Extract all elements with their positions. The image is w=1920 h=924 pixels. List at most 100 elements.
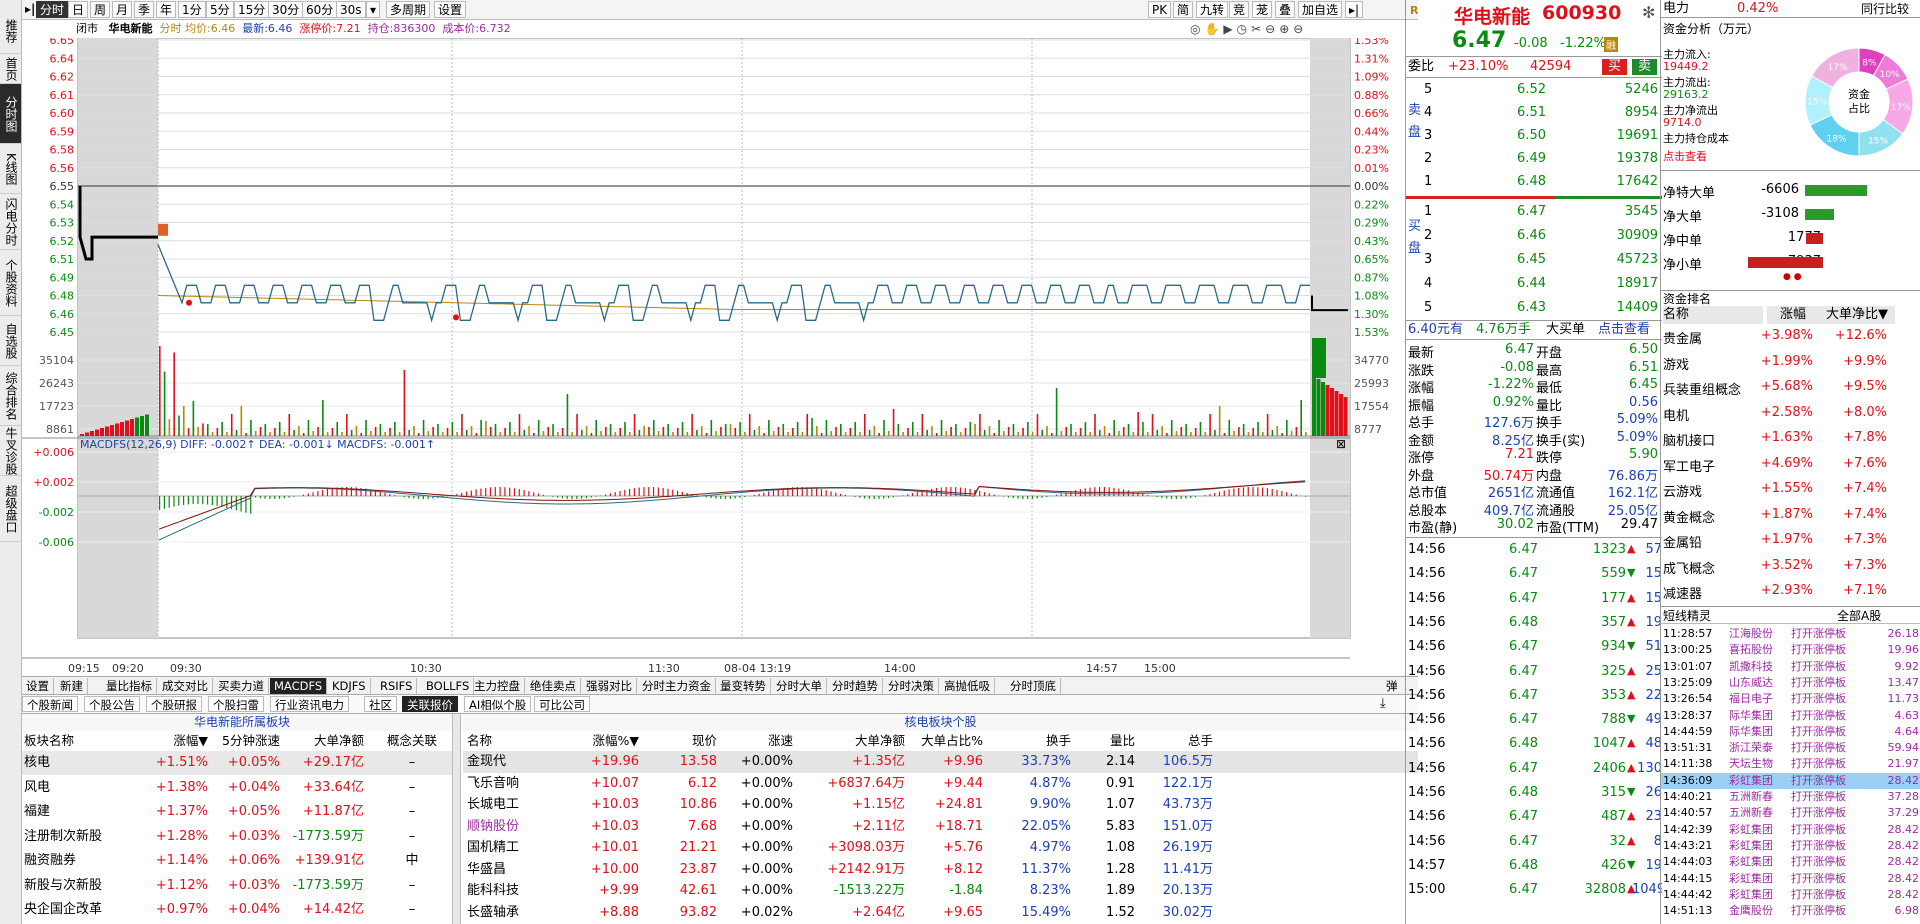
stock-row[interactable]: 长城电工 +10.03 10.86 +0.00% +1.15亿 +24.81 9.90% 1.… (463, 794, 1418, 816)
bid-level-num: 5 (1424, 300, 1433, 315)
tick-count: 1049 (1632, 882, 1662, 898)
sector-row[interactable]: 福建 +1.37% +0.05% +11.87亿 – (22, 800, 452, 824)
ask-price[interactable]: 6.51 (1496, 105, 1546, 120)
rank-name[interactable]: 云游戏 (1663, 481, 1763, 500)
stock-row[interactable]: 华盛昌 +10.00 23.87 +0.00% +2142.91万 +8.12 11.37%… (463, 859, 1418, 881)
stock-header-1[interactable]: 涨幅%▼ (575, 731, 640, 751)
sidebar-item-8[interactable]: 牛叉诊股 (0, 426, 21, 476)
sidebar-item-2[interactable]: 分时图 (0, 84, 21, 144)
elf-row[interactable]: 14:44:03 彩虹集团 打开涨停板 28.42 (1661, 854, 1920, 870)
rank-header-1[interactable]: 涨幅 (1767, 306, 1819, 324)
rank-name[interactable]: 金属铅 (1663, 532, 1763, 551)
rank-name[interactable]: 电机 (1663, 405, 1763, 424)
sector-row[interactable]: 风电 +1.38% +0.04% +33.64亿 – (22, 776, 452, 800)
ask-price[interactable]: 6.49 (1496, 151, 1546, 166)
sidebar-item-7[interactable]: 综合排名 (0, 366, 21, 426)
sidebar-item-3[interactable]: K线图 (0, 144, 21, 194)
stock-header-6[interactable]: 换手 (1003, 731, 1071, 751)
elf-filter[interactable]: 全部A股 (1837, 607, 1881, 625)
stock-row[interactable]: 国机精工 +10.01 21.21 +0.00% +3098.03万 +5.76 4.97%… (463, 837, 1418, 859)
sector-header-2[interactable]: 5分钟涨速 (202, 731, 280, 751)
elf-price: 37.28 (1887, 790, 1920, 803)
elf-row[interactable]: 13:51:31 浙江荣泰 打开涨停板 59.94 (1661, 740, 1920, 756)
rank-name[interactable]: 军工电子 (1663, 456, 1763, 475)
elf-row[interactable]: 14:43:21 彩虹集团 打开涨停板 28.42 (1661, 838, 1920, 854)
stock-header-7[interactable]: 量比 (1079, 731, 1135, 751)
bid-price[interactable]: 6.47 (1496, 204, 1546, 219)
stat-label: 总市值 (1408, 486, 1448, 501)
big-buy-link[interactable]: 点击查看 (1598, 321, 1650, 339)
ask-price[interactable]: 6.48 (1496, 174, 1546, 189)
rank-name[interactable]: 贵金属 (1663, 328, 1763, 347)
gear-icon[interactable]: ✻ (1642, 3, 1655, 22)
elf-event: 打开涨停板 (1791, 806, 1846, 820)
rank-header-0[interactable]: 名称 (1663, 306, 1763, 324)
elf-row[interactable]: 14:44:15 彩虹集团 打开涨停板 28.42 (1661, 871, 1920, 887)
ask-price[interactable]: 6.52 (1496, 82, 1546, 97)
stock-header-3[interactable]: 涨速 (721, 731, 793, 751)
elf-row[interactable]: 14:44:42 彩虹集团 打开涨停板 28.42 (1661, 887, 1920, 903)
sidebar-item-5[interactable]: 个股资料 (0, 250, 21, 316)
bid-price[interactable]: 6.45 (1496, 252, 1546, 267)
rank-name[interactable]: 减速器 (1663, 583, 1763, 602)
sector-row[interactable]: 央企国企改革 +0.97% +0.04% +14.42亿 – (22, 898, 452, 922)
ask-price[interactable]: 6.50 (1496, 128, 1546, 143)
elf-row[interactable]: 13:28:37 际华集团 打开涨停板 4.63 (1661, 708, 1920, 724)
elf-row[interactable]: 11:28:57 江海股份 打开涨停板 26.18 (1661, 626, 1920, 642)
bid-price[interactable]: 6.46 (1496, 228, 1546, 243)
page-dots[interactable]: ● ● (1783, 272, 1802, 282)
elf-row[interactable]: 14:42:39 彩虹集团 打开涨停板 28.42 (1661, 822, 1920, 838)
peer-compare-link[interactable]: 同行比较 (1861, 0, 1909, 18)
sector-row[interactable]: 核电 +1.51% +0.05% +29.17亿 – (22, 751, 452, 775)
rank-name[interactable]: 游戏 (1663, 354, 1763, 373)
sector-row[interactable]: 注册制次新股 +1.28% +0.03% -1773.59万 – (22, 825, 452, 849)
stock-row[interactable]: 飞乐音响 +10.07 6.12 +0.00% +6837.64万 +9.44 4.87% 0… (463, 773, 1418, 795)
buy-button[interactable]: 买 (1602, 59, 1628, 75)
sector-row[interactable]: 新股与次新股 +1.12% +0.03% -1773.59万 – (22, 874, 452, 898)
elf-row[interactable]: 14:40:21 五洲新春 打开涨停板 37.28 (1661, 789, 1920, 805)
sidebar-item-6[interactable]: 自选股 (0, 316, 21, 366)
stock-row[interactable]: 长盛轴承 +8.88 93.82 +0.02% +2.64亿 +9.65 15.49% 1.5… (463, 902, 1418, 924)
sector-name[interactable]: 电力 (1663, 0, 1689, 18)
elf-row[interactable]: 13:26:54 福日电子 打开涨停板 11.73 (1661, 691, 1920, 707)
rank-name[interactable]: 兵装重组概念 (1663, 379, 1763, 398)
sidebar-item-1[interactable]: 首页 (0, 54, 21, 84)
sidebar-item-9[interactable]: 超级盘口 (0, 476, 21, 542)
stock-header-5[interactable]: 大单占比% (911, 731, 983, 751)
stock-header-8[interactable]: 总手 (1139, 731, 1213, 751)
elf-row[interactable]: 14:40:57 五洲新春 打开涨停板 37.29 (1661, 805, 1920, 821)
sector-header-3[interactable]: 大单净额 (284, 731, 364, 751)
bid-price[interactable]: 6.44 (1496, 276, 1546, 291)
elf-row[interactable]: 14:36:09 彩虹集团 打开涨停板 28.42 (1661, 772, 1920, 789)
bid-price[interactable]: 6.43 (1496, 300, 1546, 315)
stock-header-0[interactable]: 名称 (467, 731, 557, 751)
tick-volume: 934 (1601, 639, 1626, 655)
sell-button[interactable]: 卖 (1632, 59, 1658, 75)
elf-row[interactable]: 13:00:25 喜拓股份 打开涨停板 19.96 (1661, 642, 1920, 658)
sector-header-1[interactable]: 涨幅▼ (142, 731, 208, 751)
stock-row[interactable]: 顺钠股份 +10.03 7.68 +0.00% +2.11亿 +18.71 22.05% 5.… (463, 816, 1418, 838)
sector-header-0[interactable]: 板块名称 (24, 731, 134, 751)
sidebar-item-4[interactable]: 闪电分时 (0, 194, 21, 250)
elf-price: 28.42 (1887, 855, 1920, 869)
elf-row[interactable]: 14:44:59 际华集团 打开涨停板 4.64 (1661, 724, 1920, 740)
stock-cell: +24.81 (934, 797, 983, 812)
rank-name[interactable]: 成飞概念 (1663, 558, 1763, 577)
elf-time: 14:42:39 (1663, 822, 1713, 836)
elf-row[interactable]: 14:51:13 金鹰股份 打开涨停板 6.98 (1661, 903, 1920, 919)
sector-row[interactable]: 融资融券 +1.14% +0.06% +139.91亿 中 (22, 849, 452, 873)
stock-row[interactable]: 能科科技 +9.99 42.61 +0.00% -1513.22万 -1.84 8.23% 1… (463, 880, 1418, 902)
stock-cell: 10.86 (679, 797, 717, 812)
rank-name[interactable]: 黄金概念 (1663, 507, 1763, 526)
stock-header-2[interactable]: 现价 (659, 731, 717, 751)
elf-row[interactable]: 13:01:07 凯撒科技 打开涨停板 9.92 (1661, 659, 1920, 675)
rank-header-2[interactable]: 大单净比▼ (1819, 306, 1895, 324)
elf-row[interactable]: 13:25:09 山东威达 打开涨停板 13.47 (1661, 675, 1920, 691)
rank-name[interactable]: 脑机接口 (1663, 430, 1763, 449)
sidebar-item-0[interactable]: 推荐 (0, 8, 21, 54)
stock-header-4[interactable]: 大单净额 (813, 731, 905, 751)
stock-row[interactable]: 金现代 +19.96 13.58 +0.00% +1.35亿 +9.96 33.73% 2.1… (463, 751, 1418, 773)
fund-detail-link[interactable]: 点击查看 (1663, 148, 1707, 164)
sector-header-4[interactable]: 概念关联 (382, 731, 442, 751)
elf-row[interactable]: 14:11:38 天坛生物 打开涨停板 21.97 (1661, 756, 1920, 772)
